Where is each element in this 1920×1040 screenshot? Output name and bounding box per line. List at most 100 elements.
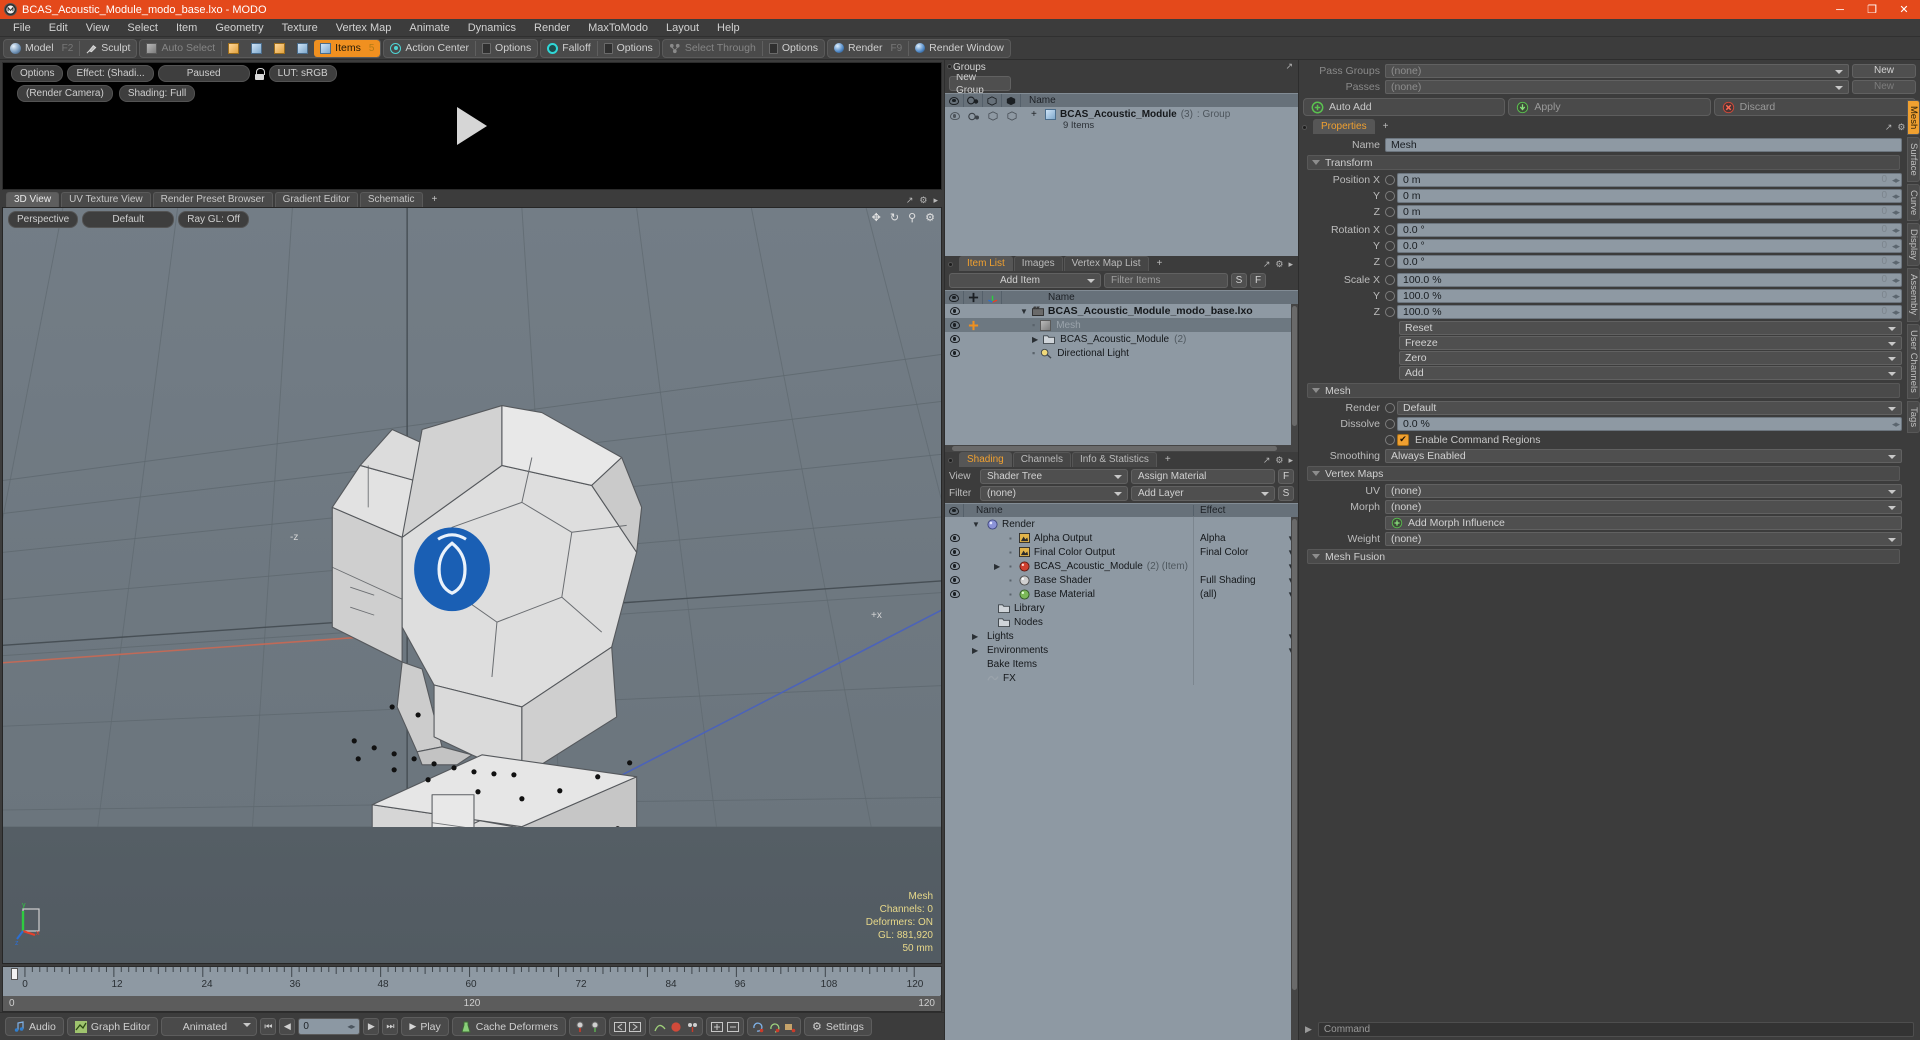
expand-plus-icon[interactable]: + bbox=[1031, 109, 1037, 120]
shader-tree-scrollbar[interactable] bbox=[1291, 517, 1298, 1040]
item-list-scrollbar-horizontal[interactable] bbox=[945, 445, 1298, 452]
chevron-right-icon[interactable]: ▸ bbox=[1288, 455, 1293, 466]
table-row[interactable]: ▪ Mesh bbox=[945, 318, 1298, 332]
shader-row-effect-cell[interactable]: ▼ bbox=[1193, 559, 1298, 573]
close-button[interactable]: ✕ bbox=[1888, 0, 1920, 19]
expand-icon[interactable]: ↗ bbox=[1885, 122, 1893, 133]
action-center-options-button[interactable]: Options bbox=[476, 40, 537, 57]
discard-button[interactable]: Discard bbox=[1713, 98, 1916, 116]
vtab-surface[interactable]: Surface bbox=[1907, 137, 1920, 182]
gear-icon[interactable]: ⚙ bbox=[925, 211, 935, 224]
row-lock-toggle[interactable] bbox=[964, 304, 983, 318]
select-through-options-button[interactable]: Options bbox=[763, 40, 824, 57]
row-lock-toggle[interactable] bbox=[964, 332, 983, 346]
channel-knob-icon[interactable] bbox=[1385, 240, 1395, 251]
viewport-raygl-button[interactable]: Ray GL: Off bbox=[178, 211, 249, 228]
dissolve-input[interactable]: 0.0 % ◂▸ bbox=[1397, 416, 1902, 431]
panel-menu-dot-icon[interactable] bbox=[1302, 125, 1307, 130]
shader-row-effect-cell[interactable]: Full Shading▼ bbox=[1193, 573, 1298, 587]
expand-triangle-icon[interactable]: ▶ bbox=[1032, 335, 1038, 344]
row-axis-toggle[interactable] bbox=[983, 332, 1002, 346]
row-eye-toggle[interactable] bbox=[945, 332, 964, 346]
shader-tree-list[interactable]: ▼Render▪Alpha OutputAlpha▼▪Final Color O… bbox=[945, 517, 1298, 1040]
render-knob-icon[interactable] bbox=[1385, 402, 1395, 413]
render-options-button[interactable]: Options bbox=[11, 65, 64, 82]
table-row[interactable]: ▶ Environments ▼ bbox=[945, 643, 1298, 657]
collapse-triangle-icon[interactable]: ▼ bbox=[1020, 307, 1028, 316]
shading-s-button[interactable]: S bbox=[1278, 486, 1294, 501]
row-eye-toggle[interactable] bbox=[945, 318, 964, 332]
viewport-perspective-button[interactable]: Perspective bbox=[8, 211, 79, 228]
table-row[interactable]: ▶ BCAS_Acoustic_Module (2) bbox=[945, 332, 1298, 346]
transform-section-header[interactable]: Transform bbox=[1307, 155, 1900, 170]
auto-add-button[interactable]: Auto Add bbox=[1303, 98, 1506, 116]
acoustic-module-model[interactable] bbox=[3, 208, 941, 827]
vertex-maps-section-header[interactable]: Vertex Maps bbox=[1307, 466, 1900, 481]
edges-mode-button[interactable] bbox=[245, 40, 268, 57]
graph-editor-button[interactable]: Graph Editor bbox=[66, 1017, 159, 1036]
menu-layout[interactable]: Layout bbox=[657, 19, 708, 37]
uv-dropdown[interactable]: (none) bbox=[1385, 483, 1902, 498]
item-list-s-button[interactable]: S bbox=[1231, 273, 1247, 288]
play-button[interactable]: ▶ Play bbox=[401, 1017, 449, 1036]
menu-edit[interactable]: Edit bbox=[40, 19, 77, 37]
render-preview-panel[interactable]: Options Effect: (Shadi... Paused LUT: sR… bbox=[2, 62, 942, 190]
select-through-button[interactable]: Select Through bbox=[663, 40, 762, 57]
pass-groups-new-button[interactable]: New bbox=[1852, 63, 1916, 78]
table-row[interactable]: ▶ ▪ BCAS_Acoustic_Module(2) (Item) ▼ bbox=[945, 559, 1298, 573]
channel-knob-icon[interactable] bbox=[1385, 256, 1395, 267]
rotate-icon[interactable]: ↻ bbox=[890, 211, 899, 224]
expand-triangle-icon[interactable]: ▶ bbox=[972, 646, 983, 655]
row-cube2-toggle[interactable] bbox=[1002, 109, 1021, 123]
menu-texture[interactable]: Texture bbox=[273, 19, 327, 37]
transform-row-input[interactable]: 0 m 0 ◂▸ bbox=[1397, 204, 1902, 219]
shader-row-effect-cell[interactable] bbox=[1193, 601, 1298, 615]
move-icon[interactable]: ✥ bbox=[872, 211, 881, 224]
skip-end-button[interactable]: ⏭ bbox=[382, 1018, 399, 1035]
maximize-button[interactable]: ❐ bbox=[1856, 0, 1888, 19]
tab-gradient-editor[interactable]: Gradient Editor bbox=[274, 192, 358, 207]
playhead-handle[interactable] bbox=[11, 968, 18, 980]
table-row[interactable]: ▼ Render bbox=[945, 517, 1298, 531]
menu-view[interactable]: View bbox=[77, 19, 119, 37]
tab-images[interactable]: Images bbox=[1013, 256, 1063, 271]
frame-field[interactable]: 0 ◂▸ bbox=[298, 1018, 361, 1035]
shader-row-effect-cell[interactable]: (all)▼ bbox=[1193, 587, 1298, 601]
polygons-mode-button[interactable] bbox=[268, 40, 291, 57]
gear-icon[interactable]: ⚙ bbox=[919, 195, 927, 206]
row-axis-toggle[interactable] bbox=[983, 346, 1002, 360]
render-paused-button[interactable]: Paused bbox=[157, 65, 250, 82]
channel-knob-icon[interactable] bbox=[1385, 290, 1395, 301]
chevron-right-icon[interactable]: ▶ bbox=[1305, 1024, 1312, 1035]
spinner-icon[interactable]: ◂▸ bbox=[1892, 207, 1900, 218]
tab-item-list[interactable]: Item List bbox=[959, 256, 1013, 271]
passes-new-button[interactable]: New bbox=[1852, 79, 1916, 94]
render-effect-button[interactable]: Effect: (Shadi... bbox=[67, 65, 154, 82]
freeze-dropdown[interactable]: Freeze bbox=[1399, 336, 1902, 350]
gear-icon[interactable]: ⚙ bbox=[1897, 122, 1905, 133]
transform-row-input[interactable]: 0.0 ° 0 ◂▸ bbox=[1397, 238, 1902, 253]
item-list-f-button[interactable]: F bbox=[1250, 273, 1266, 288]
table-row[interactable]: Nodes bbox=[945, 615, 1298, 629]
menu-dynamics[interactable]: Dynamics bbox=[459, 19, 525, 37]
falloff-options-button[interactable]: Options bbox=[598, 40, 659, 57]
items-mode-button[interactable]: Items 5 bbox=[314, 39, 381, 57]
shader-tree-dropdown[interactable]: Shader Tree bbox=[980, 469, 1128, 484]
add-morph-influence-button[interactable]: Add Morph Influence bbox=[1385, 515, 1902, 530]
command-input[interactable]: Command bbox=[1317, 1021, 1914, 1037]
add-dropdown[interactable]: Add bbox=[1399, 366, 1902, 380]
groups-list-body[interactable]: + BCAS_Acoustic_Module (3) : Group 9 Ite… bbox=[945, 107, 1298, 256]
shader-row-effect-cell[interactable]: ▼ bbox=[1193, 643, 1298, 657]
chevron-right-icon[interactable]: ▸ bbox=[933, 195, 938, 206]
render-lut-button[interactable]: LUT: sRGB bbox=[268, 65, 337, 82]
passes-dropdown[interactable]: (none) bbox=[1385, 79, 1849, 94]
minimize-button[interactable]: ─ bbox=[1824, 0, 1856, 19]
animated-dropdown[interactable]: Animated bbox=[161, 1017, 258, 1036]
table-row[interactable]: ▪ Base Material (all)▼ bbox=[945, 587, 1298, 601]
mesh-section-header[interactable]: Mesh bbox=[1307, 383, 1900, 398]
item-list-scrollbar-vertical[interactable] bbox=[1291, 304, 1298, 445]
render-shading-button[interactable]: Shading: Full bbox=[118, 85, 196, 102]
tab-schematic[interactable]: Schematic bbox=[359, 192, 423, 207]
channel-knob-icon[interactable] bbox=[1385, 190, 1395, 201]
step-back-button[interactable]: ◀ bbox=[279, 1018, 296, 1035]
